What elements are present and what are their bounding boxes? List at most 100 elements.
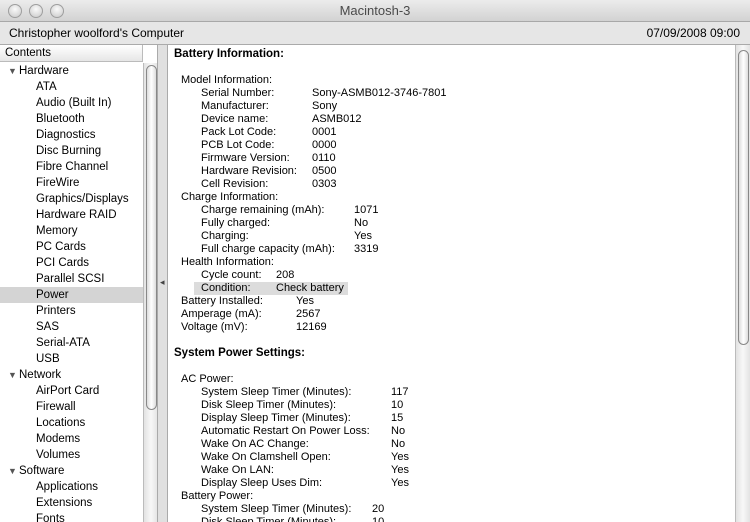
property-row: Disk Sleep Timer (Minutes): 10	[174, 516, 735, 522]
property-value: 1071	[354, 204, 379, 216]
sidebar-item-sas[interactable]: SAS	[0, 319, 143, 335]
property-row: Cycle count: 208	[174, 269, 735, 282]
property-value: No	[354, 217, 369, 229]
sidebar-item-serial-ata[interactable]: Serial-ATA	[0, 335, 143, 351]
property: Full charge capacity (mAh): 3319	[201, 243, 378, 255]
property-row: System Sleep Timer (Minutes): 20	[174, 503, 735, 516]
sidebar-item-software[interactable]: ▼ Software	[0, 463, 143, 479]
property: Voltage (mV): 12169	[181, 321, 327, 333]
group-heading: Battery Power:	[181, 490, 254, 502]
property: Charging: Yes	[201, 230, 372, 242]
sidebar-item-applications[interactable]: Applications	[0, 479, 143, 495]
property-row: Charge remaining (mAh): 1071	[174, 204, 735, 217]
minimize-button[interactable]	[29, 4, 43, 18]
property-value: 0500	[312, 165, 337, 177]
sidebar-item-label: Audio (Built In)	[36, 97, 112, 109]
details-scrollbar[interactable]	[735, 45, 750, 522]
property-label: Wake On Clamshell Open:	[201, 451, 331, 463]
sidebar-item-firewall[interactable]: Firewall	[0, 399, 143, 415]
property: Firmware Version: 0110	[201, 152, 336, 164]
property-row: Display Sleep Uses Dim: Yes	[174, 477, 735, 490]
sidebar-item-locations[interactable]: Locations	[0, 415, 143, 431]
sidebar-item-firewire[interactable]: FireWire	[0, 175, 143, 191]
sidebar-item-disc-burning[interactable]: Disc Burning	[0, 143, 143, 159]
details-pane: Battery Information: Model Information: Se…	[168, 45, 735, 522]
contents-column-header[interactable]: Contents	[0, 45, 143, 62]
sidebar-item-fonts[interactable]: Fonts	[0, 511, 143, 522]
property: Hardware Revision: 0500	[201, 165, 336, 177]
sidebar-item-label: Hardware RAID	[36, 209, 117, 221]
property-row: Serial Number: Sony-ASMB012-3746-7801	[174, 87, 735, 100]
sidebar-item-hardware-raid[interactable]: Hardware RAID	[0, 207, 143, 223]
property-label: System Sleep Timer (Minutes):	[201, 386, 352, 398]
sidebar-item-audio-built-in-[interactable]: Audio (Built In)	[0, 95, 143, 111]
sidebar-item-memory[interactable]: Memory	[0, 223, 143, 239]
property-label: Manufacturer:	[201, 100, 269, 112]
property-row: Fully charged: No	[174, 217, 735, 230]
sidebar-item-diagnostics[interactable]: Diagnostics	[0, 127, 143, 143]
sidebar-scroll-thumb[interactable]	[146, 65, 157, 410]
property-row: Hardware Revision: 0500	[174, 165, 735, 178]
property: Pack Lot Code: 0001	[201, 126, 336, 138]
title-bar: Macintosh-3	[0, 0, 750, 22]
property-row: PCB Lot Code: 0000	[174, 139, 735, 152]
sidebar-item-power[interactable]: Power	[0, 287, 143, 303]
sidebar-item-label: Hardware	[19, 65, 69, 77]
property-label: Fully charged:	[201, 217, 271, 229]
property: Display Sleep Timer (Minutes): 15	[201, 412, 403, 424]
sidebar-item-graphics-displays[interactable]: Graphics/Displays	[0, 191, 143, 207]
sidebar-item-label: Volumes	[36, 449, 81, 461]
sidebar-item-fibre-channel[interactable]: Fibre Channel	[0, 159, 143, 175]
sidebar-item-pci-cards[interactable]: PCI Cards	[0, 255, 143, 271]
split-view-divider[interactable]: ◂	[158, 45, 168, 522]
property-value: 10	[391, 399, 404, 411]
property-value: 2567	[296, 308, 321, 320]
details-scroll-thumb[interactable]	[738, 50, 749, 345]
property-row: Firmware Version: 0110	[174, 152, 735, 165]
sidebar-item-label: Power	[36, 289, 69, 301]
sidebar-item-label: Software	[19, 465, 65, 477]
sidebar-item-bluetooth[interactable]: Bluetooth	[0, 111, 143, 127]
close-button[interactable]	[8, 4, 22, 18]
sidebar-item-modems[interactable]: Modems	[0, 431, 143, 447]
sidebar-item-network[interactable]: ▼ Network	[0, 367, 143, 383]
sidebar-item-label: Network	[19, 369, 62, 381]
disclosure-triangle-icon[interactable]: ▼	[8, 367, 19, 383]
property-label: Condition:	[201, 282, 251, 294]
sidebar-item-ata[interactable]: ATA	[0, 79, 143, 95]
sidebar-item-extensions[interactable]: Extensions	[0, 495, 143, 511]
property-value: 0000	[312, 139, 337, 151]
property-label: Pack Lot Code:	[201, 126, 277, 138]
collapse-arrow-icon[interactable]: ◂	[160, 277, 165, 288]
sidebar-item-airport-card[interactable]: AirPort Card	[0, 383, 143, 399]
property-row: Condition: Check battery	[174, 282, 735, 295]
sidebar-item-label: Bluetooth	[36, 113, 85, 125]
property: Cell Revision: 0303	[201, 178, 336, 190]
property-label: Hardware Revision:	[201, 165, 297, 177]
sidebar-item-label: Memory	[36, 225, 78, 237]
property-value: 208	[276, 269, 295, 281]
sidebar-item-printers[interactable]: Printers	[0, 303, 143, 319]
disclosure-triangle-icon[interactable]: ▼	[8, 463, 19, 479]
property-label: Display Sleep Uses Dim:	[201, 477, 323, 489]
property: Battery Installed: Yes	[181, 295, 314, 307]
sidebar-item-parallel-scsi[interactable]: Parallel SCSI	[0, 271, 143, 287]
sidebar-item-label: PCI Cards	[36, 257, 90, 269]
zoom-button[interactable]	[50, 4, 64, 18]
sidebar-item-label: PC Cards	[36, 241, 86, 253]
property-label: Cell Revision:	[201, 178, 269, 190]
sidebar-item-volumes[interactable]: Volumes	[0, 447, 143, 463]
sidebar-item-usb[interactable]: USB	[0, 351, 143, 367]
sidebar-item-label: Parallel SCSI	[36, 273, 105, 285]
sidebar-item-pc-cards[interactable]: PC Cards	[0, 239, 143, 255]
sidebar-item-hardware[interactable]: ▼ Hardware	[0, 63, 143, 79]
property-label: Serial Number:	[201, 87, 275, 99]
group-heading: Health Information:	[181, 256, 274, 268]
property-label: Charging:	[201, 230, 249, 242]
property: Amperage (mA): 2567	[181, 308, 320, 320]
sidebar-scrollbar[interactable]	[143, 63, 157, 522]
property: Automatic Restart On Power Loss: No	[201, 425, 405, 437]
property-row: System Sleep Timer (Minutes): 117	[174, 386, 735, 399]
disclosure-triangle-icon[interactable]: ▼	[8, 63, 19, 79]
property-value: Yes	[391, 477, 409, 489]
